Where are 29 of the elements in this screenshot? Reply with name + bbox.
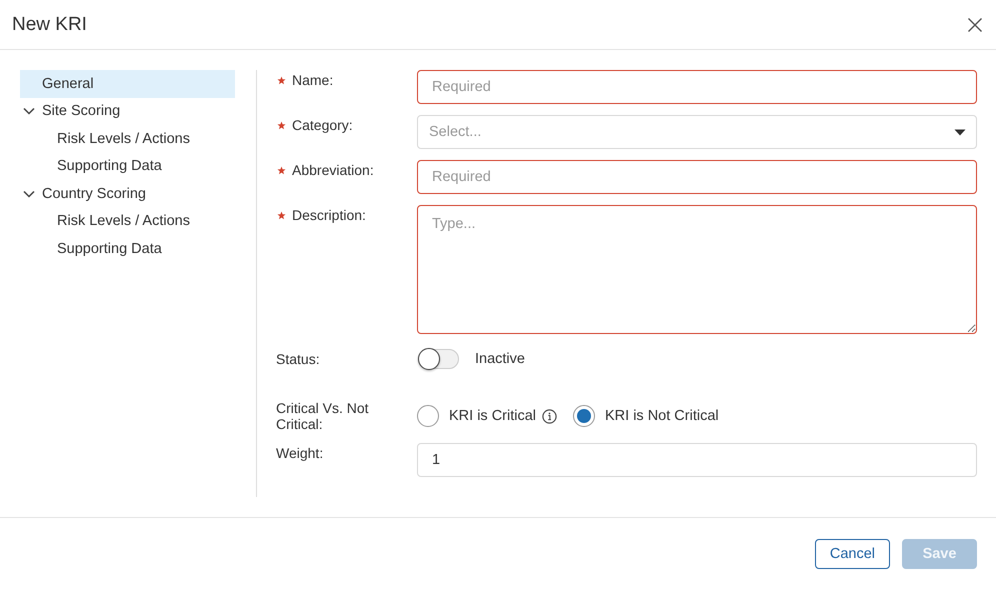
caret-icon [954, 128, 966, 136]
field-label: Abbreviation: [292, 162, 374, 178]
nav-item[interactable]: Risk Levels / Actions [20, 125, 235, 152]
field-label: Status: [276, 351, 320, 367]
text-field[interactable]: 1 [417, 443, 977, 477]
radio-label[interactable]: KRI is Critical [449, 408, 536, 424]
description-field[interactable]: Type... [417, 205, 977, 334]
field-label: Category: [292, 117, 353, 133]
info-icon[interactable] [542, 408, 558, 424]
nav-item[interactable]: Risk Levels / Actions [20, 208, 235, 235]
field-label: Critical Vs. Not Critical: [276, 400, 370, 432]
field-label: Name: [292, 72, 334, 88]
nav-item[interactable]: Supporting Data [20, 235, 235, 262]
text-field[interactable]: Required [417, 160, 977, 194]
radio-button[interactable] [573, 405, 596, 427]
status-toggle[interactable] [419, 349, 459, 369]
nav-item[interactable]: Country Scoring [20, 180, 235, 208]
field-label: Description: [292, 207, 366, 223]
nav-item[interactable]: Supporting Data [20, 152, 235, 180]
nav-item[interactable]: General [20, 70, 235, 98]
cancel-button[interactable]: Cancel [814, 538, 890, 568]
radio-label[interactable]: KRI is Not Critical [605, 408, 719, 424]
text-field[interactable]: Required [417, 70, 977, 104]
close-icon [967, 16, 983, 32]
field-label: Weight: [276, 445, 324, 461]
status-text: Inactive [475, 351, 525, 367]
radio-button[interactable] [417, 405, 439, 427]
dialog-title: New KRI [12, 14, 87, 36]
nav-item[interactable]: Site Scoring [20, 98, 235, 125]
